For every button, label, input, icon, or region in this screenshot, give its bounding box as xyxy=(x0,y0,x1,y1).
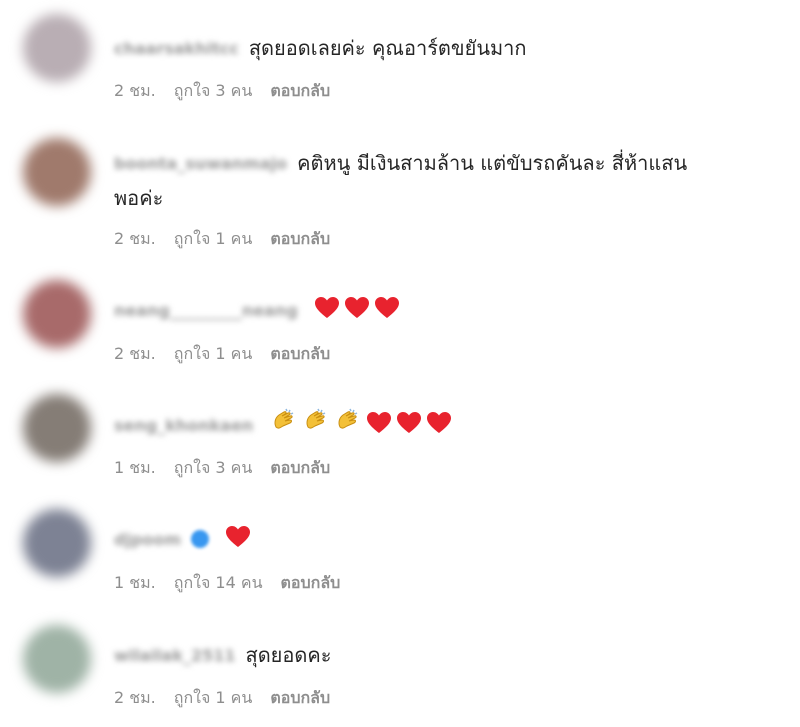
likes-count[interactable]: ถูกใจ 3 คน xyxy=(174,81,253,100)
emoji-row xyxy=(308,297,404,322)
comment-body: neang_________neang xyxy=(114,293,776,328)
likes-count[interactable]: ถูกใจ 1 คน xyxy=(174,344,253,363)
avatar[interactable] xyxy=(23,280,91,348)
comment-meta: 2 ชม. ถูกใจ 1 คน ตอบกลับ xyxy=(114,227,348,252)
heart-icon xyxy=(375,297,400,318)
heart-icon xyxy=(226,526,251,547)
comment-body: chaarsakhitcc สุดยอดเลยค่ะ คุณอาร์ตขยันมา… xyxy=(114,31,776,66)
likes-count[interactable]: ถูกใจ 14 คน xyxy=(174,573,263,592)
reply-button[interactable]: ตอบกลับ xyxy=(270,229,330,248)
reply-button[interactable]: ตอบกลับ xyxy=(270,344,330,363)
verified-badge-icon xyxy=(191,530,210,548)
reply-button[interactable]: ตอบกลับ xyxy=(270,458,330,477)
username[interactable]: seng_khonkaen xyxy=(114,409,253,443)
comment-meta: 1 ชม. ถูกใจ 14 คน ตอบกลับ xyxy=(114,571,358,596)
timestamp: 2 ชม. xyxy=(114,688,156,707)
comment-text-continued: พอค่ะ xyxy=(114,186,164,210)
comment-body: wilailak_2511 สุดยอดคะ xyxy=(114,638,776,673)
username[interactable]: neang_________neang xyxy=(114,294,298,328)
avatar[interactable] xyxy=(23,14,91,82)
comment-body: djpoom xyxy=(114,522,776,557)
username[interactable]: boonta_suwanmajo xyxy=(114,147,287,181)
emoji-row xyxy=(219,526,255,551)
username[interactable]: chaarsakhitcc xyxy=(114,32,239,66)
username[interactable]: djpoom xyxy=(114,523,181,557)
heart-icon xyxy=(426,412,451,433)
clap-icon xyxy=(306,408,326,429)
timestamp: 2 ชม. xyxy=(114,344,156,363)
avatar[interactable] xyxy=(23,394,91,462)
heart-icon xyxy=(366,412,391,433)
comment-text: สุดยอดเลยค่ะ คุณอาร์ตขยันมาก xyxy=(248,36,527,60)
reply-button[interactable]: ตอบกลับ xyxy=(270,688,330,707)
heart-icon xyxy=(396,412,421,433)
comment-text: คติหนู มีเงินสามล้าน แต่ขับรถคันละ สี่ห้… xyxy=(297,151,688,175)
avatar[interactable] xyxy=(23,509,91,577)
timestamp: 2 ชม. xyxy=(114,81,156,100)
reply-button[interactable]: ตอบกลับ xyxy=(270,81,330,100)
avatar[interactable] xyxy=(23,625,91,693)
username[interactable]: wilailak_2511 xyxy=(114,639,235,673)
heart-icon xyxy=(345,297,370,318)
timestamp: 1 ชม. xyxy=(114,458,156,477)
heart-icon xyxy=(315,297,340,318)
comment-meta: 2 ชม. ถูกใจ 1 คน ตอบกลับ xyxy=(114,342,348,367)
comment-body: boonta_suwanmajo คติหนู มีเงินสามล้าน แต่… xyxy=(114,146,776,215)
avatar[interactable] xyxy=(23,138,91,206)
clap-icon xyxy=(338,408,358,429)
comment-meta: 1 ชม. ถูกใจ 3 คน ตอบกลับ xyxy=(114,456,348,481)
clap-icon xyxy=(274,408,294,429)
comment-body: seng_khonkaen xyxy=(114,407,776,443)
timestamp: 2 ชม. xyxy=(114,229,156,248)
comment-meta: 2 ชม. ถูกใจ 3 คน ตอบกลับ xyxy=(114,79,348,104)
likes-count[interactable]: ถูกใจ 1 คน xyxy=(174,229,253,248)
likes-count[interactable]: ถูกใจ 3 คน xyxy=(174,458,253,477)
emoji-row xyxy=(263,408,455,437)
reply-button[interactable]: ตอบกลับ xyxy=(281,573,341,592)
likes-count[interactable]: ถูกใจ 1 คน xyxy=(174,688,253,707)
comment-meta: 2 ชม. ถูกใจ 1 คน ตอบกลับ xyxy=(114,686,348,711)
timestamp: 1 ชม. xyxy=(114,573,156,592)
comment-text: สุดยอดคะ xyxy=(245,643,332,667)
